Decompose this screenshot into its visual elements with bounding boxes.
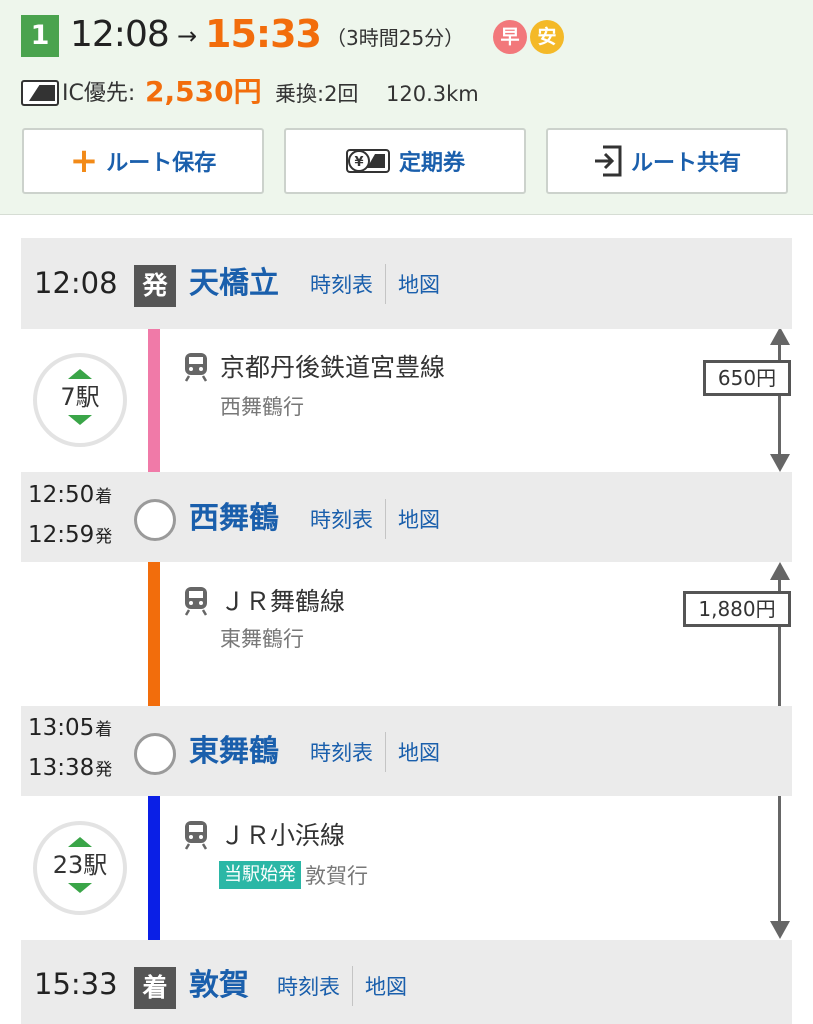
station-time: 12:08 [34,266,118,300]
bound-for: 当駅始発 敦賀行 [219,861,368,889]
arrival-time: 15:33 [205,12,322,56]
line-name: 京都丹後鉄道宮豊線 [220,353,446,382]
arrival-time: 12:50着 [28,482,113,508]
stop-count: 23駅 [52,851,108,879]
share-route-button[interactable]: ルート共有 [546,128,788,194]
fare-bracket-top-arrow-2 [770,562,790,580]
expand-down-icon [68,415,92,425]
fast-badge: 早 [493,20,527,54]
station-links: 時刻表 地図 [310,497,440,541]
timetable-link[interactable]: 時刻表 [310,737,373,767]
station-name[interactable]: 東舞鶴 [189,730,279,774]
station-time: 15:33 [34,967,118,1001]
transfer-count: 乗換:2回 [275,82,359,106]
bound-for: 西舞鶴行 [220,395,304,419]
arrival-time: 13:05着 [28,715,113,741]
timetable-link[interactable]: 時刻表 [310,504,373,534]
map-link[interactable]: 地図 [398,504,440,534]
route-summary: 1 12:08 → 15:33 （3時間25分） 早 安 IC優先: 2,530… [0,0,813,215]
departure-time: 12:08 [70,14,170,55]
total-fare: 2,530円 [145,75,262,108]
save-route-button[interactable]: + ルート保存 [22,128,264,194]
line-segment-maizuru [148,535,160,735]
stop-count-toggle[interactable]: 7駅 [33,353,127,447]
map-link[interactable]: 地図 [365,971,407,1001]
line-name: ＪＲ舞鶴線 [220,587,346,616]
distance: 120.3km [386,82,479,106]
map-link[interactable]: 地図 [398,737,440,767]
line-name: ＪＲ小浜線 [220,821,346,850]
svg-text:¥: ¥ [354,155,363,170]
station-name[interactable]: 敦賀 [189,964,249,1008]
commuter-pass-icon: ¥ [345,146,391,176]
line-segment-miyazu [148,300,160,500]
departure-time: 12:59発 [28,522,113,548]
divider [385,499,386,539]
train-icon [184,587,208,616]
divider [352,966,353,1006]
station-links: 時刻表 地図 [277,964,407,1008]
commuter-pass-button[interactable]: ¥ 定期券 [284,128,526,194]
origin-station-tag: 当駅始発 [219,861,301,889]
station-links: 時刻表 地図 [310,730,440,774]
station-name[interactable]: 天橋立 [189,262,279,306]
timetable-link[interactable]: 時刻表 [277,971,340,1001]
stop-count: 7駅 [60,383,100,411]
train-icon [184,353,208,382]
expand-up-icon [68,837,92,847]
segment-fare-2: 1,880円 [683,591,791,627]
divider [385,732,386,772]
duration: （3時間25分） [326,26,465,50]
ic-card-icon [21,80,59,106]
arrival-mark: 着 [134,967,176,1009]
plus-icon: + [69,141,99,181]
expand-up-icon [68,369,92,379]
ic-priority-label: IC優先: [62,81,136,106]
divider [385,264,386,304]
map-link[interactable]: 地図 [398,269,440,299]
line-segment-obama [148,770,160,945]
fare-bracket-bottom-arrow-2 [770,921,790,939]
station-name[interactable]: 西舞鶴 [189,497,279,541]
cheap-badge: 安 [530,20,564,54]
expand-down-icon [68,883,92,893]
share-icon [593,144,623,178]
save-route-label: ルート保存 [106,151,217,176]
transfer-station-marker [134,499,176,541]
bound-for: 東舞鶴行 [220,627,304,651]
station-links: 時刻表 地図 [310,262,440,306]
share-route-label: ルート共有 [630,151,741,176]
route-number-badge: 1 [21,15,59,57]
timetable-link[interactable]: 時刻表 [310,269,373,299]
departure-mark: 発 [134,265,176,307]
departure-time: 13:38発 [28,755,113,781]
bound-for-text: 敦賀行 [305,864,368,888]
stop-count-toggle[interactable]: 23駅 [33,821,127,915]
fare-bracket-top-arrow-1 [770,327,790,345]
arrow-icon: → [177,22,198,50]
fare-bracket-bottom-arrow-1 [770,454,790,472]
commuter-pass-label: 定期券 [398,151,465,176]
transfer-station-marker [134,733,176,775]
train-icon [184,821,208,850]
segment-fare-1: 650円 [703,360,791,396]
